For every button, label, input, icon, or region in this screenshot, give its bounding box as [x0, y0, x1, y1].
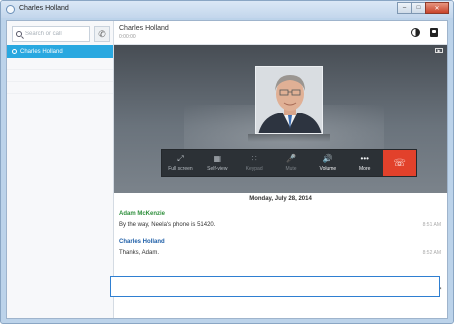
dial-button[interactable]: ✆	[94, 26, 110, 42]
message-time: 8:51 AM	[422, 222, 441, 228]
maximize-icon: □	[416, 5, 421, 11]
microphone-icon: 🎤	[286, 154, 296, 163]
minimize-icon: –	[402, 5, 407, 11]
expand-icon: ⤢	[177, 154, 184, 163]
search-icon	[16, 31, 22, 37]
contact-name: Charles Holland	[20, 48, 63, 55]
title-bar: Charles Holland – □ ✕	[1, 1, 453, 18]
volume-button[interactable]: 🔊 Volume	[309, 150, 346, 176]
self-view-icon: ▦	[213, 154, 222, 163]
date-separator: Monday, July 28, 2014	[249, 196, 312, 202]
mute-button[interactable]: 🎤 Mute	[273, 150, 310, 176]
message-author: Adam McKenzie	[119, 211, 166, 217]
message-text: By the way, Neela's phone is 51420.	[119, 222, 216, 228]
conversation-header: Charles Holland 0:00:00	[114, 21, 447, 45]
contact-avatar	[255, 66, 323, 134]
presence-icon	[12, 49, 17, 54]
message-author: Charles Holland	[119, 239, 165, 245]
message-text: Thanks, Adam.	[119, 250, 160, 256]
contact-list-empty-rows	[7, 58, 113, 94]
close-icon: ✕	[434, 5, 440, 12]
contrast-icon[interactable]	[411, 28, 420, 37]
message-composer[interactable]	[110, 276, 440, 297]
keypad-icon: ∷	[251, 154, 257, 163]
hang-up-button[interactable]: ☏	[383, 150, 417, 176]
contact-card-icon[interactable]	[430, 28, 438, 37]
avatar-portrait-icon	[256, 67, 322, 133]
more-icon: •••	[360, 154, 369, 163]
minimize-button[interactable]: –	[397, 2, 412, 14]
contact-item-charles-holland[interactable]: Charles Holland	[7, 45, 113, 58]
message-time: 8:52 AM	[422, 250, 441, 256]
full-screen-button[interactable]: ⤢ Full screen	[162, 150, 199, 176]
app-icon	[6, 5, 15, 14]
pop-out-video-icon[interactable]: ▶	[435, 48, 443, 53]
search-box[interactable]	[12, 26, 90, 42]
client-area: ✆ Charles Holland Charles Holland 0:00:0…	[6, 20, 448, 319]
conversation-name: Charles Holland	[119, 25, 169, 32]
call-controls: ⤢ Full screen ▦ Self-view ∷ Keypad 🎤 Mut…	[161, 149, 417, 177]
chat-message: Adam McKenzie By the way, Neela's phone …	[119, 211, 441, 228]
app-window: Charles Holland – □ ✕ ✆ Charles Holland	[0, 0, 454, 324]
self-view-button[interactable]: ▦ Self-view	[199, 150, 236, 176]
window-controls: – □ ✕	[397, 2, 449, 14]
hang-up-icon: ☏	[393, 157, 406, 169]
window-title: Charles Holland	[19, 5, 69, 12]
keypad-button[interactable]: ∷ Keypad	[236, 150, 273, 176]
maximize-button[interactable]: □	[411, 2, 426, 14]
speaker-icon: 🔊	[322, 154, 333, 163]
chat-message: Charles Holland Thanks, Adam. 8:52 AM	[119, 239, 441, 256]
close-button[interactable]: ✕	[425, 2, 449, 14]
phone-icon: ✆	[98, 28, 106, 39]
sidebar: ✆ Charles Holland	[7, 21, 114, 318]
more-button[interactable]: ••• More	[346, 150, 383, 176]
call-duration: 0:00:00	[119, 34, 136, 40]
search-input[interactable]	[25, 31, 87, 37]
video-area: ▶ ⤢ Full screen ▦ Self-view ∷ Keypad 🎤 M…	[114, 45, 447, 193]
message-input[interactable]	[111, 277, 439, 296]
